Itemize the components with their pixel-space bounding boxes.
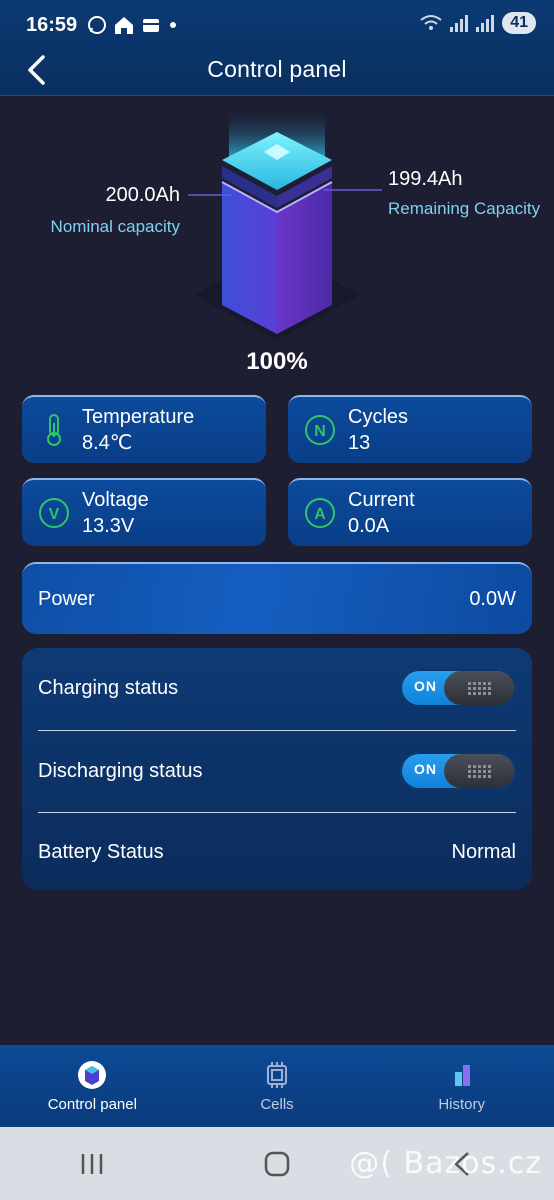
toggle-knob [444,754,514,788]
battery-status-row: Battery Status Normal [38,812,516,892]
control-panel-icon [78,1060,107,1089]
status-bar: 16:59 41 [0,0,554,50]
nav-control-panel[interactable]: Control panel [0,1045,185,1127]
svg-text:A: A [314,506,326,523]
nominal-capacity-value: 200.0Ah [105,184,180,206]
cycles-value: 13 [348,432,371,454]
remaining-capacity-label: Remaining Capacity [388,199,541,218]
wallet-icon [143,19,160,32]
charging-status-label: Charging status [38,676,179,699]
nominal-capacity: 200.0Ah Nominal capacity [51,184,180,237]
temperature-card: Temperature 8.4℃ [22,395,266,463]
wifi-icon [420,15,442,30]
current-icon: A [302,497,338,529]
battery-status-label: Battery Status [38,840,164,863]
discharging-status-row: Discharging status ON [38,731,516,811]
svg-text:N: N [314,423,326,440]
power-label: Power [38,587,95,610]
remaining-capacity-value: 199.4Ah [388,168,463,190]
cycles-card: N Cycles 13 [288,395,532,463]
charging-toggle-label: ON [414,678,437,694]
current-card: A Current 0.0A [288,478,532,546]
nav-history[interactable]: History [369,1045,554,1127]
thermometer-icon [36,413,72,447]
chip-icon [267,1061,287,1088]
charging-toggle[interactable]: ON [400,669,516,707]
battery-status-value: Normal [451,840,516,863]
nominal-capacity-label: Nominal capacity [50,217,180,236]
nav-cells[interactable]: Cells [185,1045,370,1127]
voltage-icon: V [36,497,72,529]
signal-icon [450,14,469,32]
battery-overview: 200.0Ah Nominal capacity 199.4Ah Remaini… [0,100,554,385]
cycles-icon: N [302,414,338,446]
battery-level-badge: 41 [502,12,536,34]
home-button[interactable] [247,1139,307,1189]
charging-status-row: Charging status ON [38,648,516,728]
nav-label: Cells [260,1095,294,1113]
voltage-card: V Voltage 13.3V [22,478,266,546]
chevron-left-icon [28,55,45,85]
cycles-label: Cycles [348,406,409,428]
charge-percent: 100% [246,348,308,375]
signal-icon-2 [476,14,495,32]
toggle-knob [444,671,514,705]
recent-apps-icon [82,1153,103,1174]
current-value: 0.0A [348,515,390,537]
history-chart-icon [454,1064,470,1086]
home-icon [115,17,134,34]
power-card: Power 0.0W [22,562,532,634]
back-button[interactable] [18,52,54,88]
discharging-toggle-label: ON [414,761,437,777]
header: Control panel [0,48,554,90]
voltage-label: Voltage [82,489,149,511]
status-panel: Charging status ON Discharging status ON… [22,648,532,890]
remaining-capacity: 199.4Ah Remaining Capacity [388,168,540,219]
temperature-label: Temperature [82,406,195,428]
nav-label: Control panel [47,1095,137,1113]
nav-label: History [438,1095,486,1113]
voltage-value: 13.3V [82,515,135,537]
bottom-nav: Control panel Cells History [0,1045,554,1127]
top-bar: 16:59 41 Control panel [0,0,554,96]
notification-icons [87,15,179,35]
status-right: 41 [420,12,536,34]
watermark: @( Bazos.cz [349,1146,542,1181]
home-square-icon [264,1151,290,1176]
svg-text:V: V [49,506,60,523]
dot-icon [170,22,177,28]
recent-apps-button[interactable] [62,1139,122,1189]
page-title: Control panel [207,55,347,82]
power-value: 0.0W [469,587,516,610]
discharging-status-label: Discharging status [38,759,203,782]
discharging-toggle[interactable]: ON [400,752,516,790]
current-label: Current [348,489,415,511]
whatsapp-icon [88,16,107,34]
temperature-value: 8.4℃ [82,432,133,454]
status-time: 16:59 [26,13,78,36]
